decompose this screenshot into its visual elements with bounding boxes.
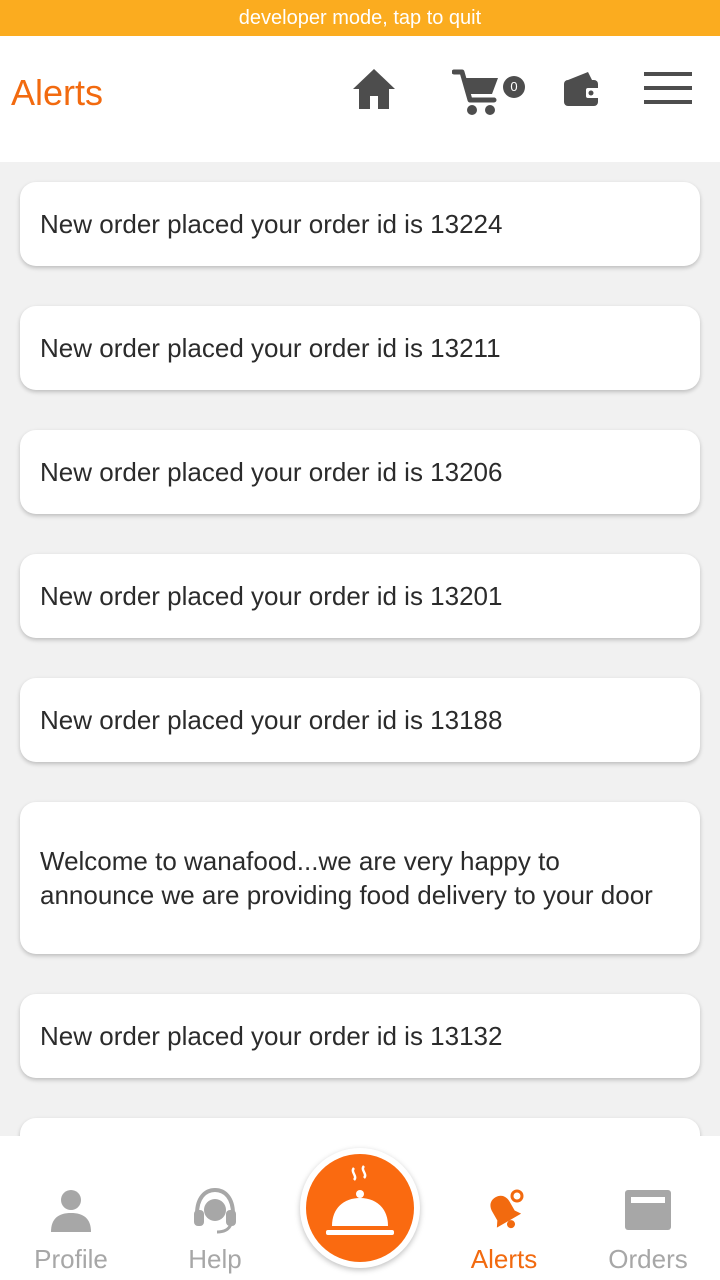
bell-icon [490, 1189, 524, 1229]
alert-card[interactable]: Welcome to wanafood...we are very happy … [20, 802, 700, 954]
alert-text: New order placed your order id is 13201 [40, 581, 503, 611]
tab-orders[interactable]: Orders [576, 1136, 720, 1280]
alert-card[interactable]: New order placed your order id is 13188 [20, 678, 700, 762]
alert-card[interactable]: New order placed your order id is 13201 [20, 554, 700, 638]
alert-card[interactable]: New order placed your order id is 13211 [20, 306, 700, 390]
developer-mode-banner[interactable]: developer mode, tap to quit [0, 0, 720, 36]
headset-icon [194, 1187, 236, 1234]
app-header: Alerts 0 [0, 36, 720, 162]
cart-count-badge: 0 [503, 76, 525, 98]
cart-icon [451, 69, 498, 115]
home-icon[interactable] [351, 66, 397, 112]
tab-alerts-label: Alerts [470, 1244, 538, 1274]
wallet-icon[interactable] [562, 70, 602, 110]
alert-card-partial[interactable] [20, 1118, 700, 1136]
alert-card[interactable]: New order placed your order id is 13132 [20, 994, 700, 1078]
tab-help-label: Help [188, 1244, 242, 1274]
tab-profile[interactable]: Profile [0, 1136, 142, 1280]
food-cloche-icon [326, 1165, 394, 1235]
tab-alerts[interactable]: Alerts [432, 1136, 576, 1280]
alert-text: Welcome to wanafood...we are very happy … [40, 846, 653, 910]
alert-card[interactable]: New order placed your order id is 13224 [20, 182, 700, 266]
alert-card[interactable]: New order placed your order id is 13206 [20, 430, 700, 514]
profile-icon [51, 1190, 91, 1232]
alerts-list[interactable]: New order placed your order id is 13224 … [0, 162, 720, 1136]
bottom-navigation: Profile Help Alerts Orders [0, 1136, 720, 1280]
orders-icon [625, 1190, 671, 1230]
tab-orders-label: Orders [608, 1244, 688, 1274]
alert-text: New order placed your order id is 13211 [40, 333, 501, 363]
page-title: Alerts [11, 72, 104, 113]
tab-help[interactable]: Help [142, 1136, 288, 1280]
cart-button[interactable]: 0 [451, 66, 528, 122]
food-order-button[interactable] [300, 1148, 420, 1268]
alert-text: New order placed your order id is 13224 [40, 209, 503, 239]
tab-profile-label: Profile [34, 1244, 108, 1274]
alert-text: New order placed your order id is 13132 [40, 1021, 503, 1051]
alert-text: New order placed your order id is 13206 [40, 457, 503, 487]
menu-icon[interactable] [642, 68, 694, 108]
alert-text: New order placed your order id is 13188 [40, 705, 503, 735]
